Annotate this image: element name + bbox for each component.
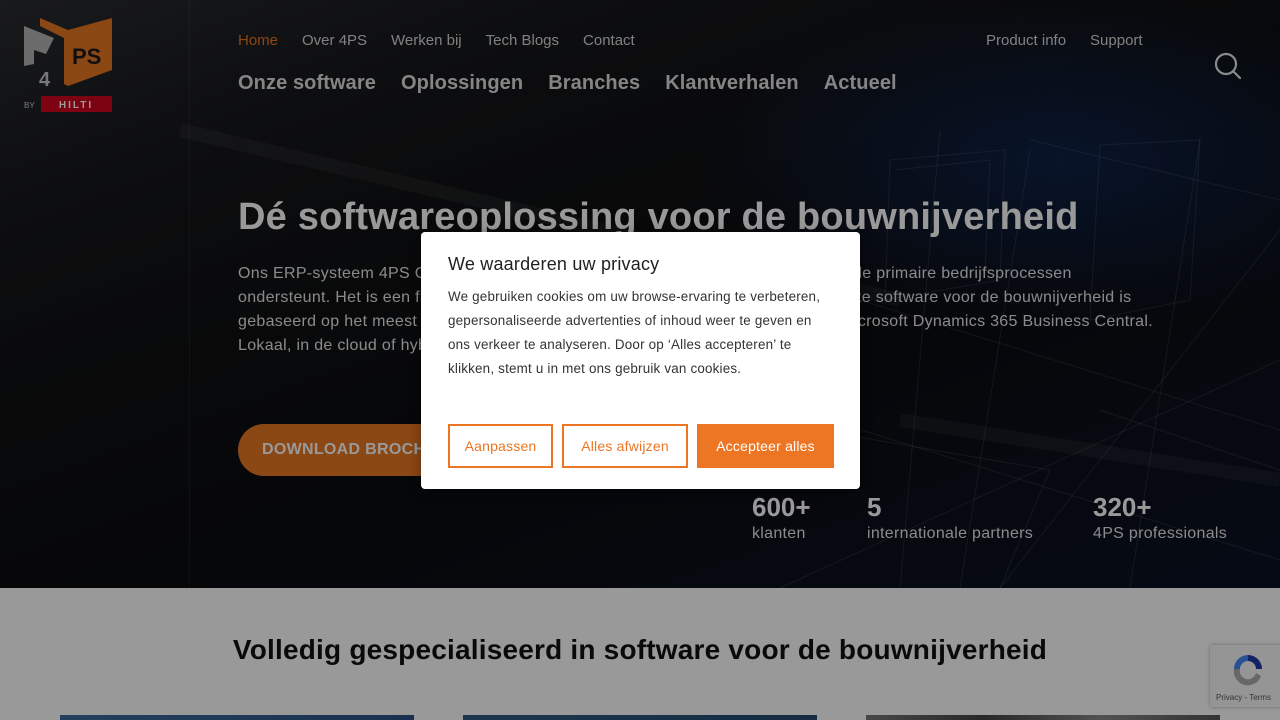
cookie-dialog-title: We waarderen uw privacy <box>448 254 660 274</box>
accept-all-cookies-button[interactable]: Accepteer alles <box>697 424 834 468</box>
recaptcha-links[interactable]: Privacy - Terms <box>1216 693 1271 702</box>
cookie-consent-dialog: We waarderen uw privacy We gebruiken coo… <box>421 232 860 489</box>
cookie-dialog-body: We gebruiken cookies om uw browse-ervari… <box>448 289 821 376</box>
cookie-dialog-actions: Aanpassen Alles afwijzen Accepteer alles <box>448 424 834 468</box>
recaptcha-icon <box>1233 655 1262 686</box>
recaptcha-badge[interactable]: Privacy - Terms <box>1210 645 1280 707</box>
customize-cookies-button[interactable]: Aanpassen <box>448 424 553 468</box>
reject-all-cookies-button[interactable]: Alles afwijzen <box>562 424 688 468</box>
